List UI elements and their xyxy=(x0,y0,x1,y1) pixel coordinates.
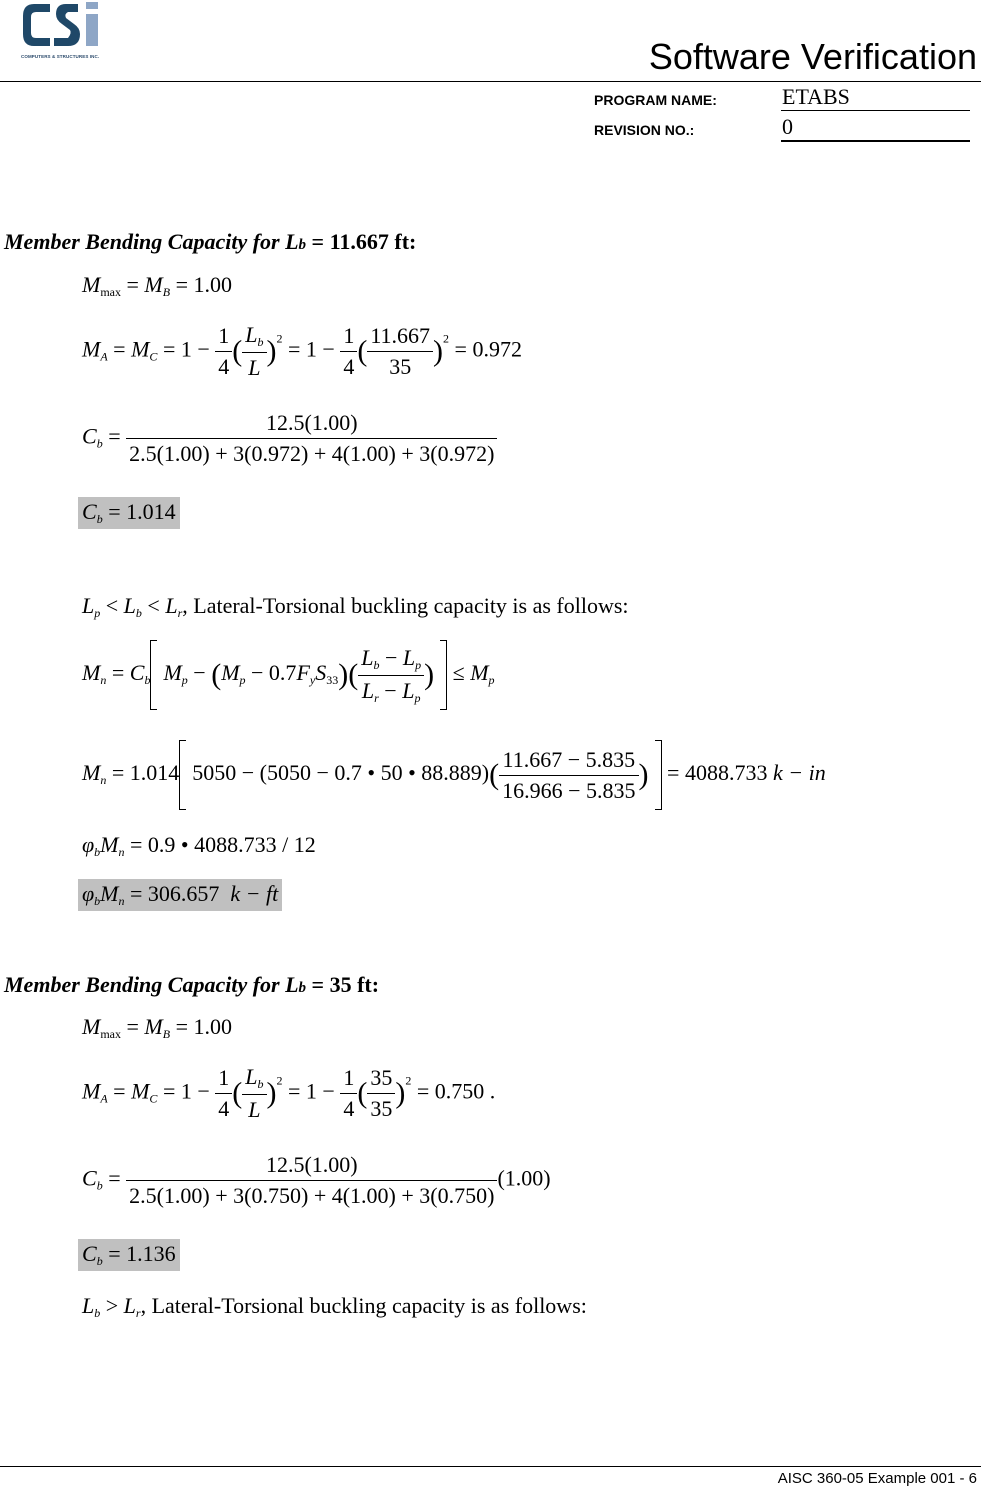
phimn-result: = 306.657 xyxy=(130,881,220,906)
ma-l-value: 35 xyxy=(389,354,412,379)
mn-result: = 4088.733 xyxy=(667,760,768,786)
cb-result: = 1.136 xyxy=(108,1241,176,1266)
condition-text: , Lateral-Torsional buckling capacity is… xyxy=(140,1293,587,1318)
phimn-unit: k − ft xyxy=(230,881,279,906)
ma-result: = 0.750 . xyxy=(416,1078,496,1104)
heading-subscript: b xyxy=(298,980,307,996)
revision-label: REVISION NO.: xyxy=(594,122,695,138)
eq-mn-formula: Mn = Cb Mp − (Mp − 0.7FyS33)(Lb − Lp Lr − … xyxy=(82,640,495,710)
ma-result: = 0.972 xyxy=(454,336,522,362)
logo-i-dot xyxy=(86,2,98,9)
program-name-underline xyxy=(781,110,970,111)
eq-mn-calc: Mn = 1.014 5050 − (5050 − 0.7 • 50 • 88.8… xyxy=(82,740,826,810)
cb-result-box-2: Cb = 1.136 xyxy=(78,1239,180,1271)
program-name-value: ETABS xyxy=(782,84,850,109)
eq-phimn-calc: φbMn = 0.9 • 4088.733 / 12 xyxy=(82,832,316,859)
revision-value: 0 xyxy=(782,114,793,139)
phimn-result-box: φbMn = 306.657 k − ft xyxy=(78,879,283,911)
heading-suffix: = 11.667 ft: xyxy=(306,229,417,254)
page-footer-label: AISC 360-05 Example 001 - 6 xyxy=(777,1470,977,1487)
mn-inner-calc: 5050 − (5050 − 0.7 • 50 • 88.889) xyxy=(192,760,490,786)
revision-underline xyxy=(781,140,970,142)
document-title: Software Verification xyxy=(648,36,977,77)
header-divider xyxy=(0,81,981,82)
mmax-value: = 1.00 xyxy=(175,1014,233,1039)
cb-result-box-1: Cb = 1.014 xyxy=(78,497,180,529)
csi-logo xyxy=(23,2,98,46)
eq-cb-2: Cb = 12.5(1.00) 2.5(1.00) + 3(0.750) + 4(… xyxy=(82,1152,551,1208)
mmax-value: = 1.00 xyxy=(175,272,233,297)
phimn-calc: = 0.9 • 4088.733 / 12 xyxy=(130,832,316,857)
mn-cb-value: = 1.014 xyxy=(111,760,180,786)
footer-divider xyxy=(0,1466,981,1467)
ma-l-value: 35 xyxy=(370,1096,393,1121)
eq-cb-1: Cb = 12.5(1.00) 2.5(1.00) + 3(0.972) + 4(… xyxy=(82,410,498,467)
heading-suffix: = 35 ft: xyxy=(306,972,380,997)
cb-denominator: 2.5(1.00) + 3(0.972) + 4(1.00) + 3(0.972… xyxy=(129,441,495,466)
eq-mmax: Mmax = MB = 1.00 xyxy=(82,272,233,299)
condition-line-2: Lb > Lr, Lateral-Torsional buckling capa… xyxy=(82,1293,587,1320)
heading-subscript: b xyxy=(298,237,307,253)
heading-text: Member Bending Capacity for L xyxy=(4,972,299,997)
condition-line-1: Lp < Lb < Lr, Lateral-Torsional buckling… xyxy=(82,593,629,620)
section-heading-lb-11667: Member Bending Capacity for Lb = 11.667 … xyxy=(4,229,416,255)
logo-c-shape xyxy=(23,4,50,46)
logo-subtitle: COMPUTERS & STRUCTURES INC. xyxy=(21,54,100,59)
eq-mmax-2: Mmax = MB = 1.00 xyxy=(82,1014,233,1041)
cb-numerator: 12.5(1.00) xyxy=(126,410,498,439)
cb-denominator: 2.5(1.00) + 3(0.750) + 4(1.00) + 3(0.750… xyxy=(129,1183,495,1208)
eq-ma-mc-2: MA = MC = 1 − 1 4(Lb L)2 = 1 − 1 4(35 35)2 =… xyxy=(82,1064,496,1122)
heading-text: Member Bending Capacity for L xyxy=(4,229,299,254)
cb-result: = 1.014 xyxy=(108,499,176,524)
eq-ma-mc: MA = MC = 1 − 1 4(Lb L)2 = 1 − 1 4(11.667 35… xyxy=(82,322,522,380)
cb-factor: (1.00) xyxy=(497,1165,551,1191)
program-name-label: PROGRAM NAME: xyxy=(594,92,717,108)
cb-numerator: 12.5(1.00) xyxy=(126,1152,498,1181)
mn-ratio-denominator: 16.966 − 5.835 xyxy=(502,777,636,803)
logo-s-shape xyxy=(54,4,80,46)
mn-ratio-numerator: 11.667 − 5.835 xyxy=(499,747,639,776)
mn-unit: k − in xyxy=(772,760,826,786)
ma-lb-value: 35 xyxy=(367,1065,396,1094)
condition-text: , Lateral-Torsional buckling capacity is… xyxy=(182,593,629,618)
ma-lb-value: 11.667 xyxy=(367,323,434,352)
logo-i-stem xyxy=(86,14,98,46)
section-heading-lb-35: Member Bending Capacity for Lb = 35 ft: xyxy=(4,972,379,998)
